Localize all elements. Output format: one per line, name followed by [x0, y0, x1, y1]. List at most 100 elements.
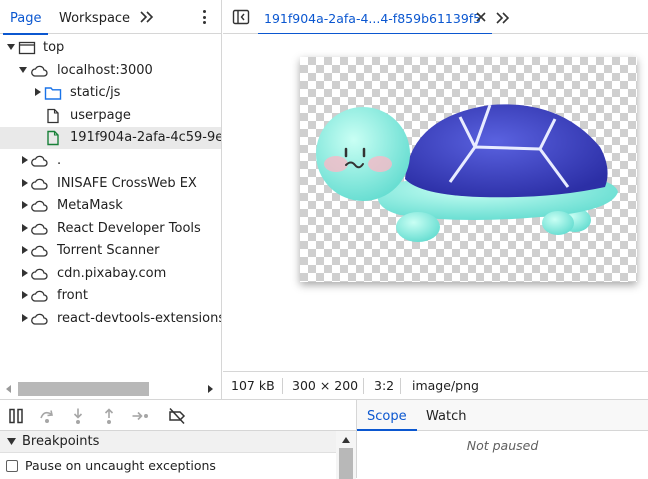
turtle-image: [316, 104, 618, 242]
cloud-icon: [31, 155, 48, 167]
image-dimensions: 300 × 200: [292, 378, 359, 393]
image-preview-area: [223, 34, 648, 371]
scrollbar-thumb[interactable]: [339, 448, 353, 479]
cloud-icon: [31, 200, 48, 212]
tree-node-dot[interactable]: .: [0, 150, 221, 172]
step-into-icon[interactable]: [69, 407, 87, 425]
collapsed-triangle-icon[interactable]: [20, 313, 30, 323]
pause-uncaught-checkbox[interactable]: [6, 460, 18, 472]
step-icon[interactable]: [131, 407, 149, 425]
active-tab-indicator: [357, 429, 417, 431]
collapsed-triangle-icon[interactable]: [20, 290, 30, 300]
debugger-toolbar: [0, 400, 357, 431]
tab-label: 191f904a-2afa-4...4-f859b61139f5: [264, 11, 482, 26]
tree-node-extension[interactable]: React Developer Tools: [0, 218, 221, 240]
collapsed-triangle-icon[interactable]: [20, 178, 30, 188]
document-icon: [47, 108, 59, 124]
folder-icon: [44, 87, 62, 100]
horizontal-scrollbar[interactable]: [0, 379, 221, 399]
cloud-icon: [31, 290, 48, 302]
tree-label: userpage: [70, 108, 131, 123]
image-aspect-ratio: 3:2: [374, 378, 395, 393]
cloud-icon: [31, 313, 48, 325]
cloud-icon: [31, 178, 48, 190]
tree-label: front: [57, 288, 88, 303]
image-file-icon: [47, 130, 59, 146]
tree-node-extension[interactable]: Torrent Scanner: [0, 240, 221, 262]
cloud-icon: [31, 245, 48, 257]
pause-icon[interactable]: [7, 407, 25, 425]
tree-label: INISAFE CrossWeb EX: [57, 176, 197, 191]
collapsed-triangle-icon[interactable]: [20, 200, 30, 210]
navigator-tabbar: Page Workspace: [0, 0, 221, 35]
tree-label: localhost:3000: [57, 63, 153, 78]
divider: [282, 378, 283, 394]
cloud-icon: [31, 65, 48, 77]
tree-label: Torrent Scanner: [57, 243, 160, 258]
kebab-menu-icon[interactable]: [203, 10, 207, 26]
pause-uncaught-label: Pause on uncaught exceptions: [25, 458, 216, 473]
navigator-pane: Page Workspace top localhost:3000 static…: [0, 0, 222, 399]
tree-label: static/js: [70, 85, 121, 100]
debugger-pane: Breakpoints Pause on uncaught exceptions: [0, 399, 357, 479]
tree-label: top: [43, 40, 65, 55]
divider: [363, 378, 364, 394]
frame-icon: [18, 41, 36, 55]
image-mime-type: image/png: [412, 378, 479, 393]
cloud-icon: [31, 223, 48, 235]
file-tree: top localhost:3000 static/js userpage 19…: [0, 34, 222, 379]
tree-node-document[interactable]: userpage: [0, 105, 221, 127]
scroll-up-icon[interactable]: [341, 436, 351, 444]
expanded-triangle-icon[interactable]: [6, 42, 16, 52]
toggle-navigator-icon[interactable]: [232, 9, 250, 25]
tree-node-image-file[interactable]: 191f904a-2afa-4c59-9eb4: [0, 127, 221, 149]
step-out-icon[interactable]: [100, 407, 118, 425]
tree-label: cdn.pixabay.com: [57, 266, 167, 281]
editor-tabbar: 191f904a-2afa-4...4-f859b61139f5: [223, 0, 648, 35]
tree-label: 191f904a-2afa-4c59-9eb4: [70, 130, 221, 145]
tree-node-extension[interactable]: INISAFE CrossWeb EX: [0, 173, 221, 195]
collapsed-triangle-icon[interactable]: [20, 268, 30, 278]
scroll-left-icon[interactable]: [4, 384, 12, 394]
not-paused-status: Not paused: [466, 438, 539, 453]
tree-node-top[interactable]: top: [0, 37, 221, 59]
scope-tabbar: Scope Watch: [357, 400, 648, 431]
tree-node-origin[interactable]: localhost:3000: [0, 60, 221, 82]
tree-node-extension[interactable]: react-devtools-extensions: [0, 308, 222, 330]
image-info-bar: 107 kB 300 × 200 3:2 image/png: [223, 371, 648, 399]
tab-workspace[interactable]: Workspace: [59, 0, 130, 34]
collapsed-triangle-icon[interactable]: [20, 155, 30, 165]
tree-label: React Developer Tools: [57, 221, 201, 236]
breakpoints-title: Breakpoints: [22, 434, 100, 449]
tree-label: MetaMask: [57, 198, 123, 213]
double-chevron-right-icon[interactable]: [139, 10, 155, 24]
tree-node-folder[interactable]: static/js: [0, 82, 221, 104]
tab-page[interactable]: Page: [2, 0, 50, 35]
scope-pane: Scope Watch Not paused: [357, 399, 648, 478]
image-preview: [300, 57, 637, 282]
double-chevron-right-icon[interactable]: [495, 11, 511, 25]
breakpoints-section-header[interactable]: Breakpoints: [0, 431, 336, 453]
tree-label: react-devtools-extensions: [57, 311, 222, 326]
vertical-scrollbar[interactable]: [336, 431, 356, 479]
step-over-icon[interactable]: [38, 407, 56, 425]
close-icon[interactable]: [476, 12, 486, 22]
tree-node-extension[interactable]: MetaMask: [0, 195, 221, 217]
deactivate-breakpoints-icon[interactable]: [168, 407, 186, 425]
collapsed-triangle-icon[interactable]: [20, 245, 30, 255]
pause-uncaught-row: Pause on uncaught exceptions: [0, 454, 336, 478]
scroll-right-icon[interactable]: [207, 384, 215, 394]
tree-label: .: [57, 153, 62, 168]
divider: [400, 378, 401, 394]
cloud-icon: [31, 268, 48, 280]
collapsed-triangle-icon[interactable]: [20, 223, 30, 233]
tab-watch[interactable]: Watch: [426, 400, 466, 433]
tree-node-origin[interactable]: cdn.pixabay.com: [0, 263, 221, 285]
tree-node-origin[interactable]: front: [0, 285, 221, 307]
collapsed-triangle-icon[interactable]: [33, 87, 43, 97]
expanded-triangle-icon[interactable]: [7, 438, 16, 446]
scrollbar-thumb[interactable]: [18, 382, 149, 396]
tab-image-file[interactable]: 191f904a-2afa-4...4-f859b61139f5: [258, 0, 492, 35]
expanded-triangle-icon[interactable]: [18, 65, 28, 75]
image-size: 107 kB: [231, 378, 275, 393]
